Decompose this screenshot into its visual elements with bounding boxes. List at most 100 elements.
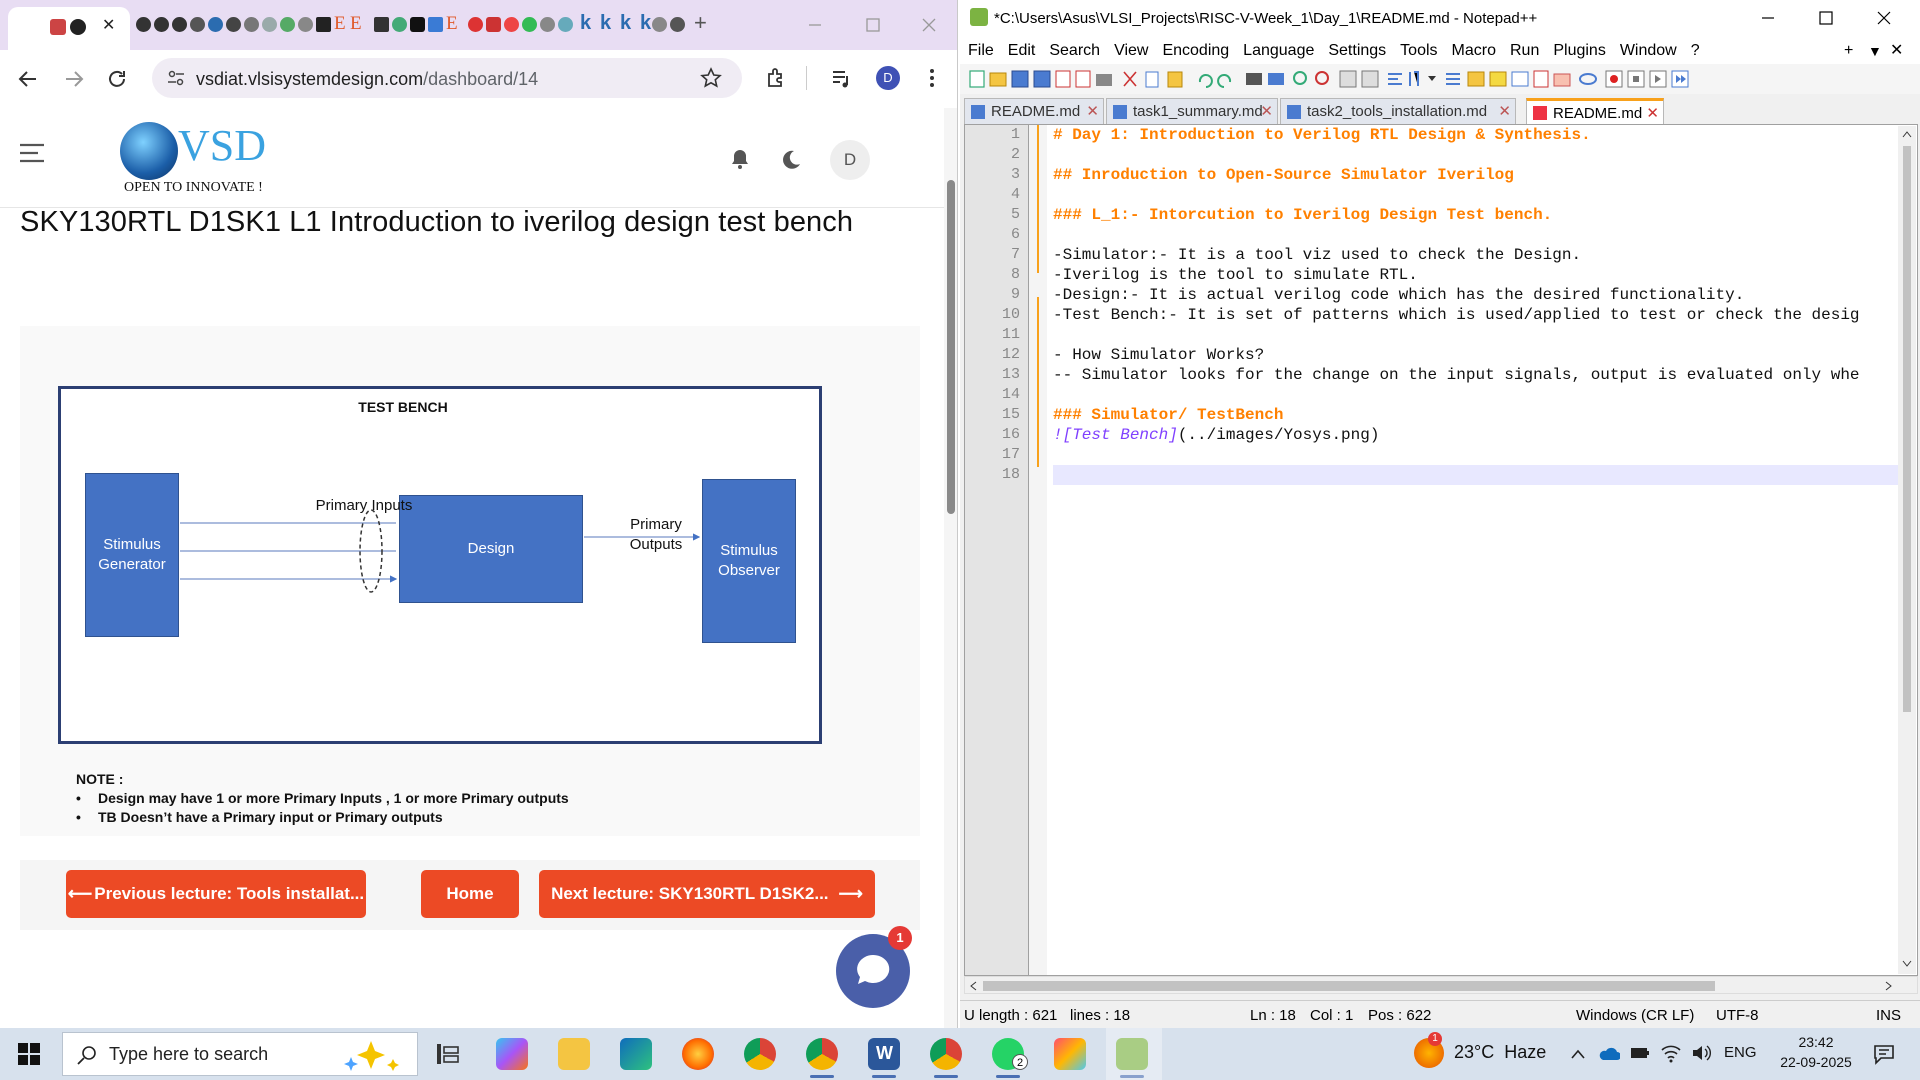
user-avatar[interactable]: D: [830, 140, 870, 180]
notification-bell-icon[interactable]: [730, 148, 750, 170]
media-controls-icon[interactable]: [830, 66, 854, 90]
address-bar[interactable]: vsdiat.vlsisystemdesign.com/dashboard/14: [152, 58, 742, 98]
code-line[interactable]: ### L_1:- Intorcution to Iverilog Design…: [1053, 205, 1552, 225]
chrome-icon[interactable]: [744, 1038, 776, 1070]
maximize-icon[interactable]: [864, 16, 882, 34]
previous-lecture-button[interactable]: ⟵ Previous lecture: Tools installat...: [66, 870, 366, 918]
tab-task1-summary[interactable]: task1_summary.md ✕: [1106, 98, 1278, 124]
wifi-icon[interactable]: [1660, 1042, 1682, 1064]
code-line[interactable]: # Day 1: Introduction to Verilog RTL Des…: [1053, 125, 1591, 145]
brand-logo-text[interactable]: VSD: [178, 120, 266, 171]
app-icon[interactable]: [1054, 1038, 1086, 1070]
site-settings-icon[interactable]: [166, 69, 186, 87]
scrollbar-thumb[interactable]: [947, 180, 955, 514]
code-line[interactable]: -Test Bench:- It is set of patterns whic…: [1053, 305, 1860, 325]
tab-letter-k[interactable]: k: [580, 12, 591, 35]
tab-letter-k[interactable]: k: [600, 12, 611, 35]
menu-settings[interactable]: Settings: [1328, 38, 1386, 64]
site-favicon-icon[interactable]: [540, 17, 555, 32]
bookmark-star-icon[interactable]: [700, 67, 722, 89]
site-favicon-icon[interactable]: [652, 17, 667, 32]
tab-letter-e[interactable]: E: [446, 13, 458, 35]
tab-letter-k[interactable]: k: [620, 12, 631, 35]
site-favicon-icon[interactable]: [504, 17, 519, 32]
status-encoding[interactable]: UTF-8: [1716, 1007, 1759, 1024]
pdf-favicon-icon[interactable]: [486, 17, 501, 32]
menu-file[interactable]: File: [968, 38, 994, 64]
forward-icon[interactable]: [62, 68, 86, 90]
status-eol[interactable]: Windows (CR LF): [1576, 1007, 1694, 1024]
code-line[interactable]: -Iverilog is the tool to simulate RTL.: [1053, 265, 1418, 285]
horizontal-scrollbar[interactable]: [964, 976, 1918, 994]
site-favicon-icon[interactable]: [468, 17, 483, 32]
site-favicon-icon[interactable]: [262, 17, 277, 32]
weather-icon[interactable]: 1: [1414, 1032, 1444, 1068]
scroll-up-icon[interactable]: [1902, 130, 1912, 138]
scroll-down-icon[interactable]: [1902, 960, 1912, 968]
site-favicon-icon[interactable]: [280, 17, 295, 32]
notifications-icon[interactable]: [1872, 1042, 1896, 1066]
active-tab[interactable]: ✕: [8, 7, 130, 50]
code-line[interactable]: -Design:- It is actual verilog code whic…: [1053, 285, 1744, 305]
site-favicon-icon[interactable]: [374, 17, 389, 32]
volume-icon[interactable]: [1690, 1042, 1712, 1064]
tab-list-icon[interactable]: ▼: [1868, 38, 1882, 64]
close-tab-icon[interactable]: ✕: [1260, 99, 1273, 125]
scroll-right-icon[interactable]: [1885, 981, 1893, 991]
home-button[interactable]: Home: [421, 870, 519, 918]
github-favicon-icon[interactable]: [190, 17, 205, 32]
status-insert-mode[interactable]: INS: [1876, 1007, 1901, 1024]
menu-macro[interactable]: Macro: [1452, 38, 1496, 64]
more-menu-icon[interactable]: [926, 66, 938, 90]
code-line[interactable]: ## Inroduction to Open-Source Simulator …: [1053, 165, 1514, 185]
page-scrollbar[interactable]: [944, 108, 957, 1028]
menu-encoding[interactable]: Encoding: [1162, 38, 1229, 64]
close-tab-icon[interactable]: ✕: [1498, 99, 1511, 125]
chrome-profile-d-icon[interactable]: [930, 1038, 962, 1078]
close-tab-icon[interactable]: ✕: [102, 15, 115, 35]
add-tab-icon[interactable]: +: [1844, 38, 1853, 64]
scroll-left-icon[interactable]: [969, 981, 977, 991]
back-icon[interactable]: [16, 68, 40, 90]
site-favicon-icon[interactable]: [316, 17, 331, 32]
task-view-icon[interactable]: [436, 1042, 460, 1066]
tab-letter-e[interactable]: E: [334, 13, 346, 35]
globe-favicon-icon[interactable]: [208, 17, 223, 32]
code-line[interactable]: - How Simulator Works?: [1053, 345, 1264, 365]
menu-view[interactable]: View: [1114, 38, 1148, 64]
close-doc-icon[interactable]: ✕: [1890, 38, 1903, 64]
menu-edit[interactable]: Edit: [1008, 38, 1036, 64]
tab-readme-active[interactable]: README.md ✕: [1526, 98, 1664, 124]
site-favicon-icon[interactable]: [298, 17, 313, 32]
menu-language[interactable]: Language: [1243, 38, 1314, 64]
minimize-icon[interactable]: [1760, 10, 1776, 26]
whatsapp-icon[interactable]: 2: [992, 1038, 1028, 1078]
onedrive-cloud-icon[interactable]: [1598, 1044, 1620, 1062]
menu-help[interactable]: ?: [1691, 38, 1700, 64]
url-text[interactable]: vsdiat.vlsisystemdesign.com/dashboard/14: [196, 69, 538, 90]
word-icon[interactable]: W: [868, 1038, 900, 1078]
tab-letter-k[interactable]: k: [640, 12, 651, 35]
site-favicon-icon[interactable]: [410, 17, 425, 32]
menu-search[interactable]: Search: [1049, 38, 1100, 64]
tab-task2-tools-installation[interactable]: task2_tools_installation.md ✕: [1280, 98, 1516, 124]
code-line[interactable]: -Simulator:- It is a tool viz used to ch…: [1053, 245, 1581, 265]
github-favicon-icon[interactable]: [244, 17, 259, 32]
hamburger-menu-icon[interactable]: [18, 142, 46, 164]
site-favicon-icon[interactable]: [428, 17, 443, 32]
code-text[interactable]: # Day 1: Introduction to Verilog RTL Des…: [1053, 125, 1893, 975]
github-favicon-icon[interactable]: [172, 17, 187, 32]
profile-avatar[interactable]: D: [876, 66, 900, 90]
vscroll-thumb[interactable]: [1903, 146, 1911, 712]
menu-window[interactable]: Window: [1620, 38, 1677, 64]
extensions-icon[interactable]: [764, 66, 788, 90]
firefox-icon[interactable]: [682, 1038, 714, 1070]
weather-text[interactable]: 23°C Haze: [1454, 1042, 1546, 1063]
hscroll-thumb[interactable]: [983, 981, 1715, 991]
close-tab-icon[interactable]: ✕: [1086, 99, 1099, 125]
taskbar-search-box[interactable]: Type here to search: [62, 1032, 418, 1076]
menu-tools[interactable]: Tools: [1400, 38, 1437, 64]
github-favicon-icon[interactable]: [226, 17, 241, 32]
next-lecture-button[interactable]: Next lecture: SKY130RTL D1SK2... ⟶: [539, 870, 875, 918]
menu-plugins[interactable]: Plugins: [1553, 38, 1605, 64]
